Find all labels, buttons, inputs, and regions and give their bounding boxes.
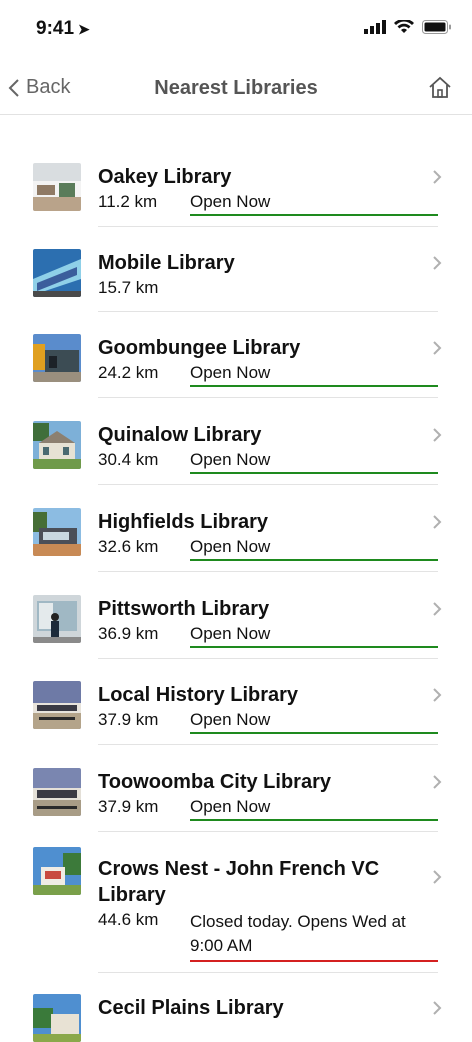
status-time: 9:41 ➤ [36, 18, 90, 39]
open-status: Open Now [190, 363, 438, 387]
library-list-item[interactable]: Local History Library 37.9 km Open Now [0, 665, 472, 745]
library-list-item[interactable]: Pittsworth Library 36.9 km Open Now [0, 579, 472, 659]
library-list-item[interactable]: Toowoomba City Library 37.9 km Open Now [0, 752, 472, 832]
library-photo [33, 595, 81, 643]
location-arrow-icon: ➤ [78, 21, 90, 37]
open-status: Open Now [190, 192, 438, 216]
wifi-icon [394, 20, 414, 33]
library-list-item[interactable]: Crows Nest - John French VC Library 44.6 … [0, 839, 472, 973]
open-status: Open Now [190, 710, 438, 734]
chevron-right-icon [432, 601, 442, 622]
library-photo [33, 994, 81, 1042]
library-distance: 37.9 km [98, 797, 159, 816]
chevron-right-icon [432, 427, 442, 448]
status-icons [364, 20, 452, 34]
status-bar: 9:41 ➤ [0, 0, 472, 60]
library-list-item[interactable]: Quinalow Library 30.4 km Open Now [0, 405, 472, 485]
library-list-item[interactable]: Oakey Library 11.2 km Open Now [0, 147, 472, 227]
library-name: Local History Library [98, 684, 299, 706]
library-name: Goombungee Library [98, 337, 301, 359]
library-photo [33, 847, 81, 895]
chevron-right-icon [432, 869, 442, 890]
library-list-item[interactable]: Highfields Library 32.6 km Open Now [0, 492, 472, 572]
chevron-right-icon [432, 169, 442, 190]
home-button[interactable] [428, 76, 452, 105]
open-status: Open Now [190, 624, 438, 648]
library-name: Highfields Library [98, 511, 269, 533]
library-name: Toowoomba City Library [98, 771, 331, 793]
library-distance: 32.6 km [98, 537, 159, 556]
closed-status: Closed today. Opens Wed at 9:00 AM [190, 910, 438, 962]
battery-icon [422, 20, 451, 34]
library-distance: 37.9 km [98, 710, 159, 729]
library-distance: 36.9 km [98, 624, 159, 643]
chevron-right-icon [432, 687, 442, 708]
page-title: Nearest Libraries [154, 77, 318, 99]
library-name: Quinalow Library [98, 424, 262, 446]
library-photo [33, 681, 81, 729]
back-label: Back [26, 76, 71, 98]
library-name: Pittsworth Library [98, 598, 270, 620]
library-distance: 24.2 km [98, 363, 159, 382]
library-photo [33, 768, 81, 816]
chevron-right-icon [432, 1000, 442, 1021]
library-photo [33, 508, 81, 556]
library-distance: 44.6 km [98, 910, 159, 929]
chevron-left-icon [8, 78, 19, 97]
chevron-right-icon [432, 774, 442, 795]
library-name: Cecil Plains Library [98, 997, 284, 1019]
signal-icon [364, 20, 386, 34]
back-button[interactable]: Back [8, 76, 70, 99]
library-distance: 30.4 km [98, 450, 159, 469]
open-status: Open Now [190, 450, 438, 474]
library-list-item[interactable]: Goombungee Library 24.2 km Open Now [0, 318, 472, 398]
library-list-item[interactable]: Cecil Plains Library [0, 978, 472, 1042]
nav-bar: Back Nearest Libraries [0, 62, 472, 115]
library-list-item[interactable]: Mobile Library 15.7 km [0, 233, 472, 312]
chevron-right-icon [432, 514, 442, 535]
open-status: Open Now [190, 537, 438, 561]
chevron-right-icon [432, 340, 442, 361]
library-photo [33, 163, 81, 211]
library-distance: 15.7 km [98, 278, 159, 297]
library-photo [33, 334, 81, 382]
library-photo [33, 421, 81, 469]
library-name: Mobile Library [98, 252, 235, 274]
open-status: Open Now [190, 797, 438, 821]
library-distance: 11.2 km [98, 192, 158, 211]
library-name: Crows Nest - John French VC Library [98, 858, 380, 906]
library-name: Oakey Library [98, 166, 232, 188]
library-photo [33, 249, 81, 297]
chevron-right-icon [432, 255, 442, 276]
home-icon [429, 76, 451, 98]
